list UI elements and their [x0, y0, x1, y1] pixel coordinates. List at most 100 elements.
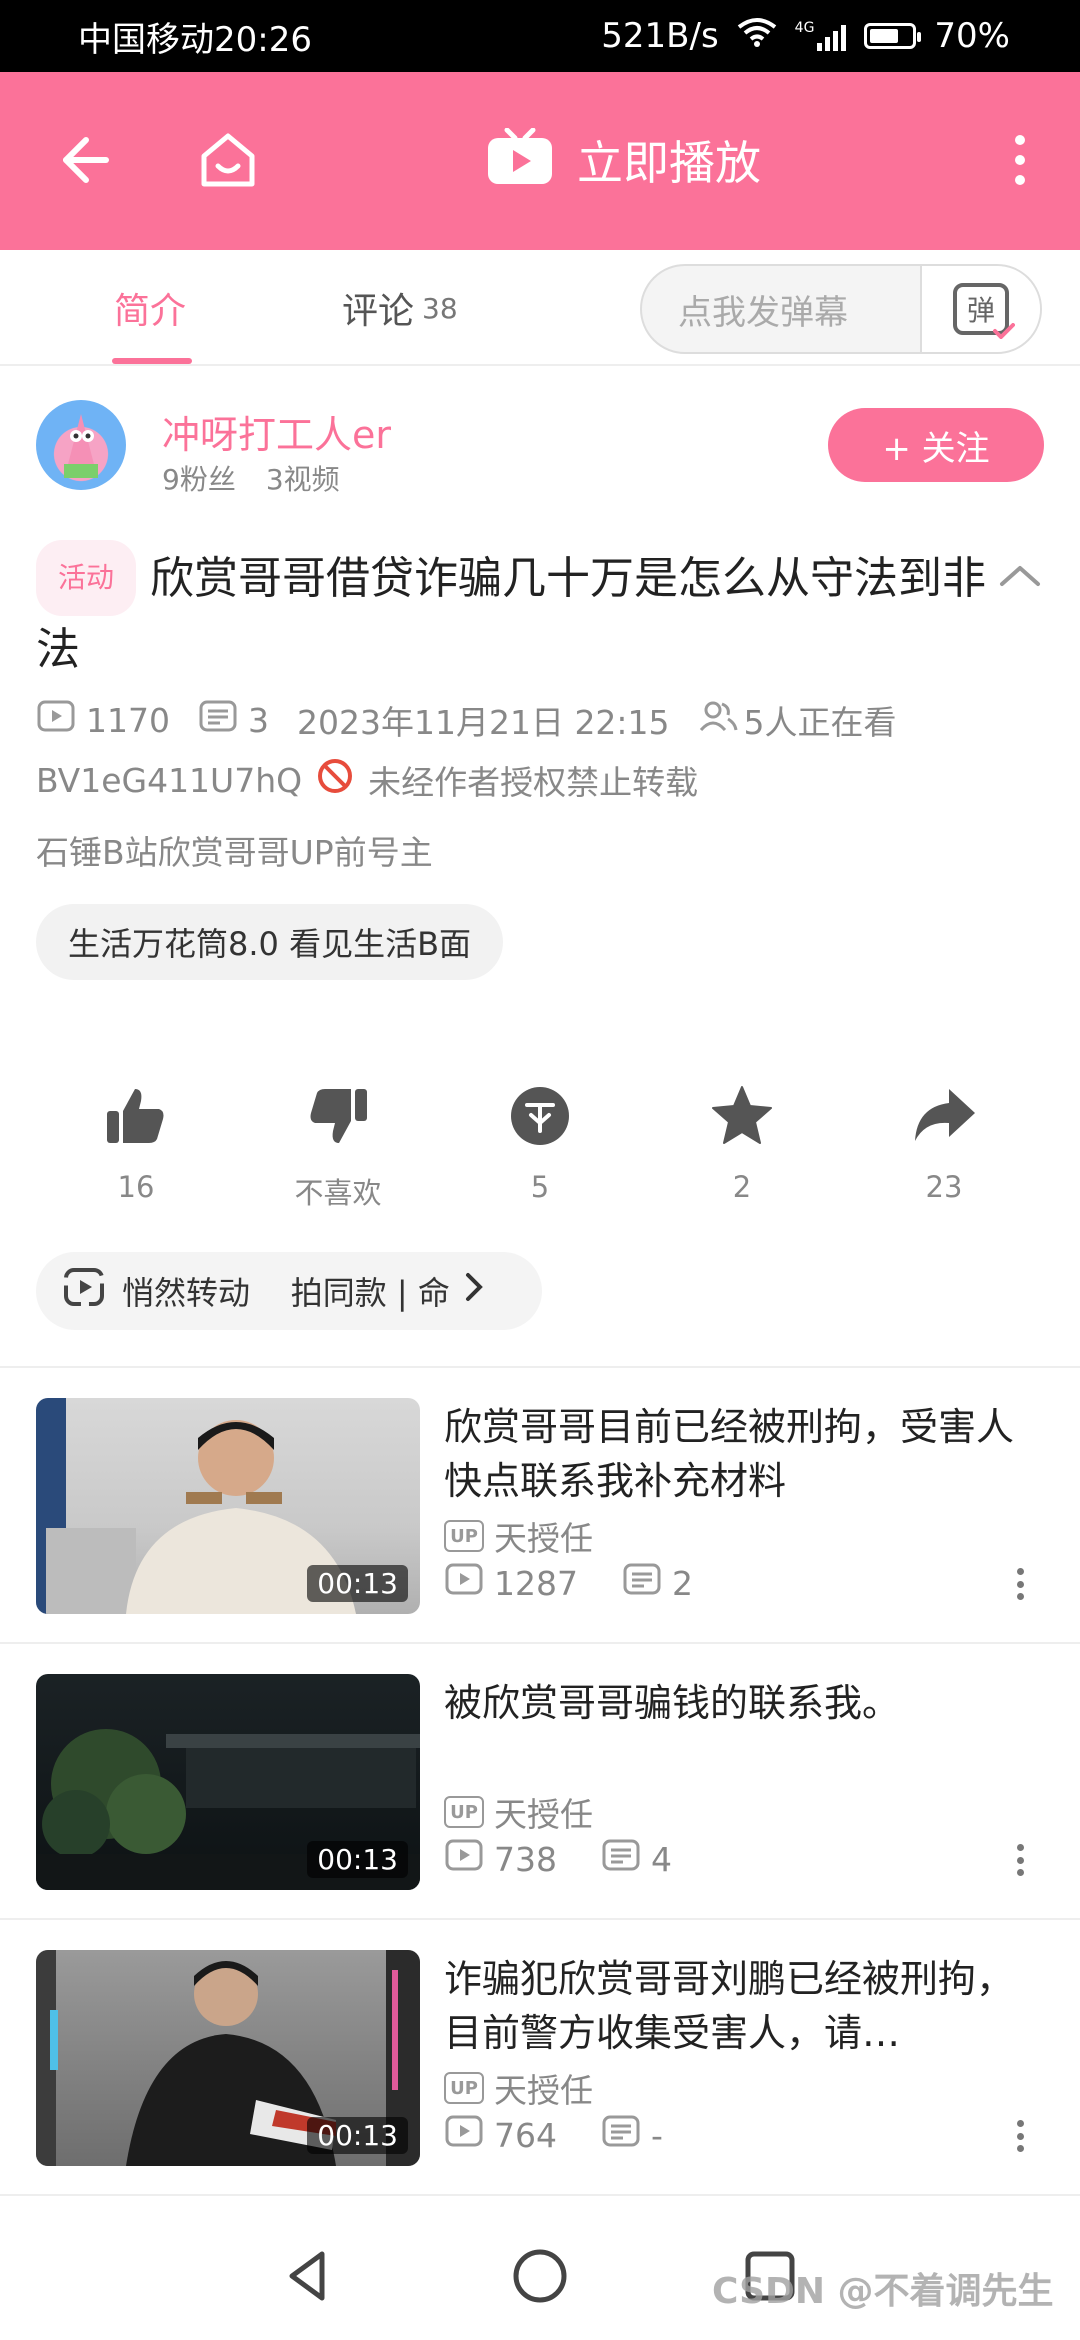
related-stats: 738 4 [444, 1838, 672, 1880]
action-bar: 16 不喜欢 5 2 23 [0, 1076, 1080, 1210]
wifi-icon [737, 16, 777, 56]
chevron-right-icon [464, 1271, 484, 1311]
play-now-button[interactable]: 立即播放 [485, 124, 761, 196]
video-danmaku-count: 3 [247, 700, 269, 740]
thumbs-down-icon [268, 1076, 408, 1156]
uploader-section: 冲呀打工人er 9粉丝 3视频 + 关注 [0, 366, 1080, 506]
signal-label: 4G [794, 20, 815, 36]
related-stats: 1287 2 [444, 1562, 693, 1604]
video-music-icon [62, 1264, 108, 1318]
video-description: 石锤B站欣赏哥哥UP前号主 [36, 833, 433, 872]
related-danmaku: 4 [651, 1839, 672, 1879]
related-video-title: 诈骗犯欣赏哥哥刘鹏已经被刑拘，目前警方收集受害人，请… [444, 1957, 1015, 2055]
related-video-title: 欣赏哥哥目前已经被刑拘，受害人快点联系我补充材料 [444, 1405, 1015, 1503]
app-header: 立即播放 [0, 72, 1080, 250]
play-count-icon [444, 1562, 484, 1604]
more-icon[interactable] [1008, 1838, 1032, 1882]
related-video-item[interactable]: 00:13 被欣赏哥哥骗钱的联系我。 UP 天授任 738 4 [0, 1642, 1080, 1918]
uploader-videos: 3视频 [265, 463, 340, 496]
danmaku-count-icon [601, 2114, 641, 2156]
avatar[interactable] [36, 400, 126, 490]
status-carrier-time: 中国移动20:26 [78, 19, 312, 60]
battery-percent: 70% [934, 16, 1010, 56]
dislike-button[interactable]: 不喜欢 [268, 1076, 408, 1212]
related-stats: 764 - [444, 2114, 663, 2156]
activity-tag[interactable]: 活动 [36, 540, 137, 616]
music-chip[interactable]: 悄然转动 拍同款 | 命 [36, 1252, 542, 1330]
page-title: 立即播放 [577, 136, 761, 190]
bvid[interactable]: BV1eG411U7hQ [36, 761, 302, 800]
video-thumbnail[interactable]: 00:13 [36, 1398, 420, 1614]
nav-home-icon[interactable] [510, 2246, 570, 2306]
video-title: 欣赏哥哥借贷诈骗几十万是怎么从守法到非法 [36, 553, 987, 675]
coin-icon [470, 1076, 610, 1156]
dislike-label: 不喜欢 [294, 1176, 382, 1210]
play-count-icon [444, 2114, 484, 2156]
star-icon [672, 1076, 812, 1156]
related-up-name: 天授任 [494, 1519, 593, 1558]
music-text: 悄然转动 拍同款 | 命 [122, 1274, 450, 1312]
up-badge: UP [444, 2072, 484, 2104]
tab-intro[interactable]: 简介 [114, 250, 186, 366]
video-duration: 00:13 [307, 2117, 408, 2154]
uploader-name[interactable]: 冲呀打工人er [162, 404, 391, 459]
list-divider [0, 2194, 1080, 2196]
uploader-fans: 9粉丝 [162, 463, 236, 496]
danmaku-input[interactable]: 点我发弹幕 弹 [640, 264, 1042, 354]
comments-count: 38 [422, 291, 458, 325]
tv-icon [485, 127, 555, 192]
thumbs-up-icon [66, 1076, 206, 1156]
nav-back-icon[interactable] [278, 2246, 338, 2306]
coin-button[interactable]: 5 [470, 1076, 610, 1204]
related-danmaku: - [651, 2115, 663, 2155]
favorite-count: 2 [732, 1170, 752, 1204]
more-icon[interactable] [984, 124, 1056, 196]
play-count-icon [36, 699, 76, 741]
related-up: UP 天授任 [444, 2064, 593, 2112]
video-title-line: 活动 欣赏哥哥借贷诈骗几十万是怎么从守法到非法 [36, 540, 996, 684]
share-button[interactable]: 23 [874, 1076, 1014, 1204]
status-net-speed: 521B/s [601, 16, 719, 56]
chevron-up-icon[interactable] [996, 556, 1044, 596]
follow-button[interactable]: + 关注 [828, 408, 1044, 482]
topic-chip[interactable]: 生活万花筒8.0 看见生活B面 [36, 904, 504, 980]
view-count: 1170 [86, 700, 170, 740]
tab-indicator [112, 358, 192, 364]
like-button[interactable]: 16 [66, 1076, 206, 1204]
favorite-button[interactable]: 2 [672, 1076, 812, 1204]
related-up-name: 天授任 [494, 2071, 593, 2110]
home-icon[interactable] [192, 124, 264, 196]
more-icon[interactable] [1008, 1562, 1032, 1606]
related-views: 764 [494, 2115, 557, 2155]
video-thumbnail[interactable]: 00:13 [36, 1674, 420, 1890]
danmaku-count-icon [198, 699, 238, 741]
related-danmaku: 2 [671, 1563, 693, 1603]
video-title-block: 活动 欣赏哥哥借贷诈骗几十万是怎么从守法到非法 [36, 540, 996, 684]
like-count: 16 [117, 1170, 155, 1204]
share-icon [874, 1076, 1014, 1156]
related-up-name: 天授任 [494, 1795, 593, 1834]
danmaku-settings-button[interactable]: 弹 [920, 266, 1040, 352]
up-badge: UP [444, 1520, 484, 1552]
related-views: 738 [494, 1839, 557, 1879]
video-meta-row-2: BV1eG411U7hQ 未经作者授权禁止转载 [36, 756, 698, 804]
status-bar: 中国移动20:26 521B/s 4G 70% [0, 0, 1080, 72]
related-video-item[interactable]: 00:13 诈骗犯欣赏哥哥刘鹏已经被刑拘，目前警方收集受害人，请… UP 天授任… [0, 1918, 1080, 2194]
video-duration: 00:13 [307, 1565, 408, 1602]
tab-comments[interactable]: 评论 38 [342, 250, 458, 366]
related-video-item[interactable]: 00:13 欣赏哥哥目前已经被刑拘，受害人快点联系我补充材料 UP 天授任 12… [0, 1366, 1080, 1642]
danmaku-placeholder: 点我发弹幕 [678, 292, 848, 333]
play-count-icon [444, 1838, 484, 1880]
danmaku-icon: 弹 [953, 283, 1015, 339]
related-up: UP 天授任 [444, 1788, 593, 1836]
more-icon[interactable] [1008, 2114, 1032, 2158]
signal-icon: 4G [795, 21, 847, 51]
danmaku-glyph: 弹 [966, 294, 995, 327]
uploader-stats: 9粉丝 3视频 [162, 458, 340, 498]
watching-count: 5人正在看 [743, 703, 897, 742]
watching-icon [698, 699, 738, 741]
back-icon[interactable] [48, 124, 120, 196]
tab-comments-label: 评论 [342, 291, 415, 332]
share-count: 23 [925, 1170, 963, 1204]
video-thumbnail[interactable]: 00:13 [36, 1950, 420, 2166]
